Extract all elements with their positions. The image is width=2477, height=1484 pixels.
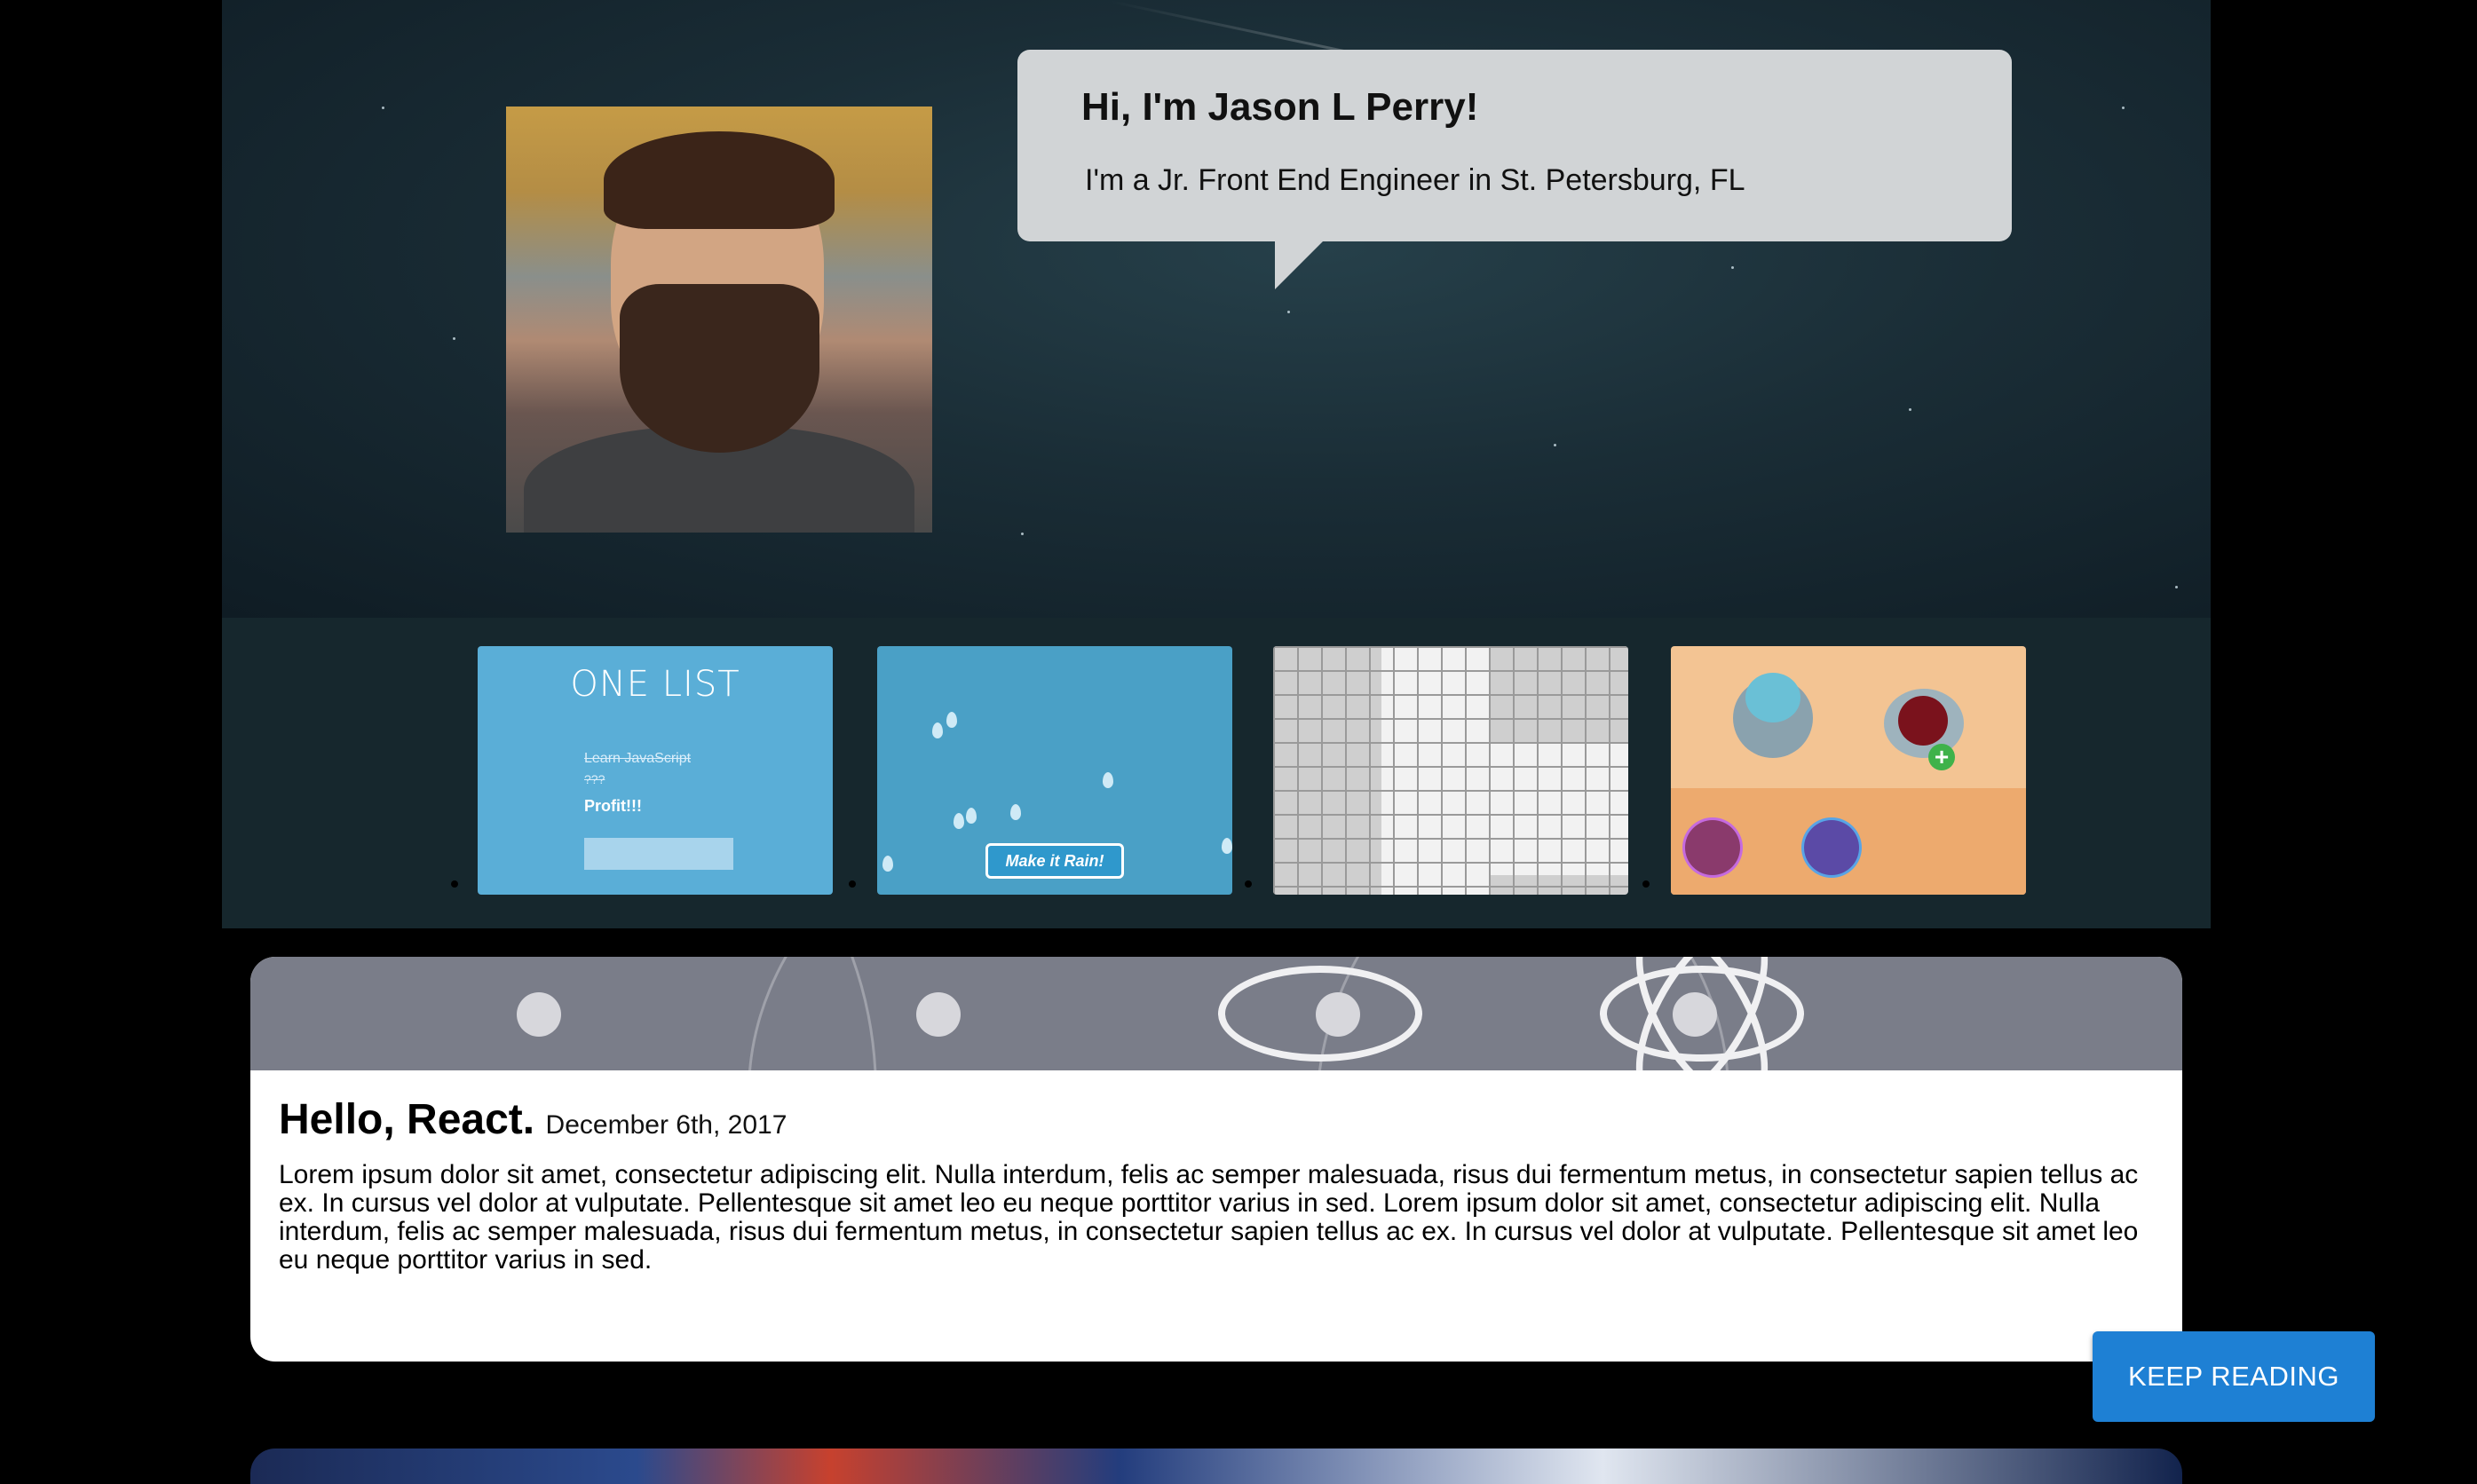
bowl: [1884, 689, 1964, 758]
star: [382, 107, 384, 109]
star: [1021, 533, 1024, 535]
color-circle: [1685, 820, 1740, 875]
carousel-dot[interactable]: [1642, 880, 1650, 888]
speech-bubble: Hi, I'm Jason L Perry! I'm a Jr. Front E…: [1017, 50, 2012, 289]
atom-icon: [517, 992, 561, 1037]
carousel-dot[interactable]: [451, 880, 458, 888]
raindrop: [932, 722, 943, 738]
plus-icon: +: [1928, 744, 1955, 770]
raindrop: [954, 813, 964, 829]
project-carousel: ONE LIST Learn JavaScript ??? Profit!!! …: [222, 618, 2211, 928]
slide-make-it-rain[interactable]: Make it Rain!: [877, 646, 1232, 895]
raindrop: [946, 712, 957, 728]
raindrop: [1010, 804, 1021, 820]
keep-reading-button[interactable]: KEEP READING: [2093, 1331, 2375, 1422]
raindrop: [966, 808, 977, 824]
post-banner: [250, 957, 2182, 1070]
greeting-heading: Hi, I'm Jason L Perry!: [1081, 85, 1479, 129]
star: [2122, 107, 2125, 109]
carousel-dot[interactable]: [1245, 880, 1252, 888]
raindrop: [1222, 838, 1232, 854]
atom-icon: [916, 992, 961, 1037]
hero-section: Hi, I'm Jason L Perry! I'm a Jr. Front E…: [222, 0, 2211, 618]
make-it-rain-button: Make it Rain!: [985, 843, 1124, 879]
post-date: December 6th, 2017: [545, 1110, 787, 1140]
list-item: Profit!!!: [584, 797, 642, 815]
avatar: [506, 107, 932, 533]
post-body: Lorem ipsum dolor sit amet, consectetur …: [279, 1160, 2139, 1275]
atom-icon: [1316, 992, 1360, 1037]
next-post-card[interactable]: [250, 1448, 2182, 1484]
star: [453, 337, 455, 340]
react-logo-icon: [1673, 992, 1717, 1037]
list-item: Learn JavaScript: [584, 751, 692, 766]
post-header: Hello, React. December 6th, 2017: [279, 1095, 787, 1144]
star: [1554, 444, 1556, 446]
bowl: [1733, 673, 1813, 758]
page: Hi, I'm Jason L Perry! I'm a Jr. Front E…: [222, 0, 2375, 1484]
list-item: ???: [584, 772, 605, 786]
post-title: Hello, React.: [279, 1096, 535, 1143]
raindrop: [1103, 772, 1113, 788]
minesweeper-grid: [1273, 646, 1628, 895]
star: [1909, 408, 1911, 411]
star: [1731, 266, 1734, 269]
todo-input: [584, 838, 733, 870]
slide-bowls-game[interactable]: +: [1671, 646, 2026, 895]
greeting-subtitle: I'm a Jr. Front End Engineer in St. Pete…: [1085, 163, 1745, 197]
color-circle: [1804, 820, 1859, 875]
raindrop: [882, 856, 893, 872]
slide-one-list[interactable]: ONE LIST Learn JavaScript ??? Profit!!!: [478, 646, 833, 895]
blog-post-card: Hello, React. December 6th, 2017 Lorem i…: [250, 957, 2182, 1362]
carousel-dot[interactable]: [849, 880, 856, 888]
slide-minesweeper[interactable]: [1273, 646, 1628, 895]
star: [2175, 586, 2178, 588]
star: [1287, 311, 1290, 313]
slide-title: ONE LIST: [570, 664, 740, 705]
